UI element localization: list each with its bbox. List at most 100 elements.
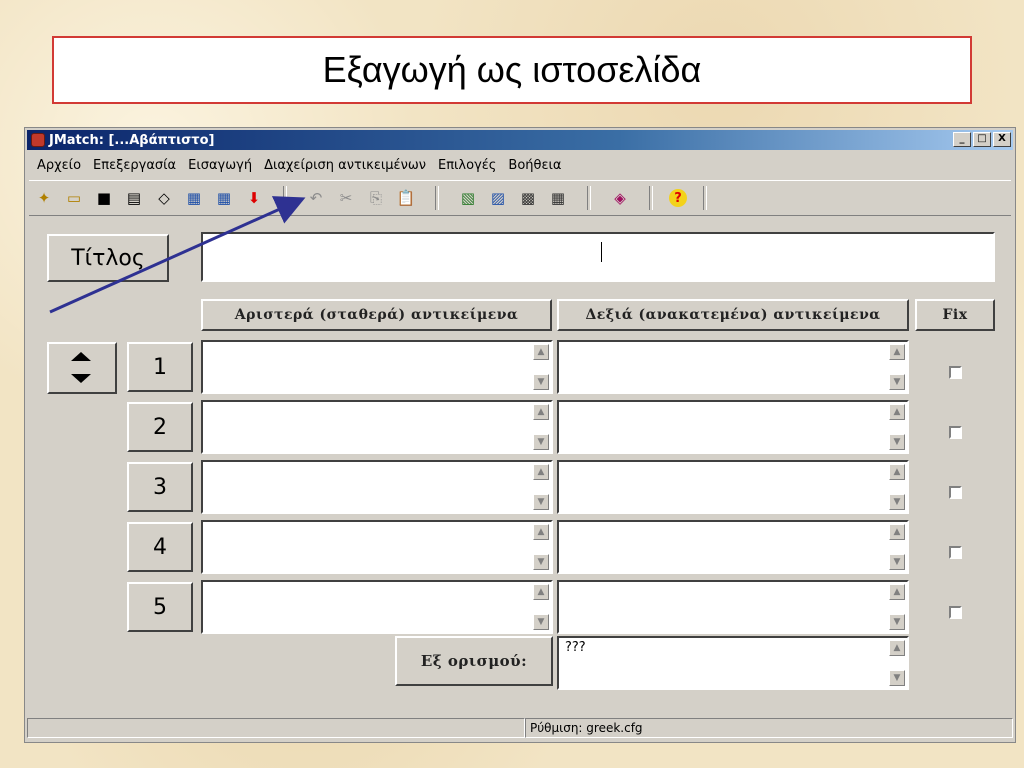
row-number-button[interactable]: 4 (127, 522, 193, 572)
close-button[interactable]: X (993, 132, 1011, 147)
menu-edit[interactable]: Επεξεργασία (87, 156, 182, 176)
scrollbar[interactable]: ▲ ▼ (889, 344, 905, 390)
menu-insert[interactable]: Εισαγωγή (182, 156, 258, 176)
undo-icon[interactable]: ↶ (303, 185, 329, 211)
copy-icon[interactable]: ⎘ (363, 185, 389, 211)
view-in-browser-icon[interactable]: ◇ (151, 185, 177, 211)
default-distractor-text: ??? (565, 640, 586, 655)
right-item-field[interactable]: ▲ ▼ (557, 460, 909, 514)
scroll-up-icon[interactable] (71, 352, 91, 361)
status-bar: Ρύθμιση: greek.cfg (27, 718, 1013, 740)
scroll-down-icon[interactable]: ▼ (533, 614, 549, 630)
left-item-field[interactable]: ▲ ▼ (201, 520, 553, 574)
scroll-up-icon[interactable]: ▲ (889, 464, 905, 480)
toolbar-separator (649, 186, 653, 210)
scrollbar[interactable]: ▲ ▼ (889, 640, 905, 686)
scrollbar[interactable]: ▲ ▼ (889, 464, 905, 510)
scroll-down-icon[interactable]: ▼ (533, 374, 549, 390)
window-title: JMatch: [...Αβάπτιστο] (49, 132, 215, 148)
scroll-down-icon[interactable] (71, 374, 91, 383)
row-number-button[interactable]: 2 (127, 402, 193, 452)
scroll-up-icon[interactable]: ▲ (533, 344, 549, 360)
new-icon[interactable]: ✦ (31, 185, 57, 211)
menubar: Αρχείο Επεξεργασία Εισαγωγή Διαχείριση α… (31, 156, 567, 176)
row-number-button[interactable]: 1 (127, 342, 193, 392)
scrollbar[interactable]: ▲ ▼ (533, 524, 549, 570)
fix-checkbox[interactable] (949, 366, 962, 379)
right-item-field[interactable]: ▲ ▼ (557, 580, 909, 634)
menu-file[interactable]: Αρχείο (31, 156, 87, 176)
scroll-down-icon[interactable]: ▼ (533, 494, 549, 510)
title-label-button[interactable]: Τίτλος (47, 234, 169, 282)
default-distractor-field[interactable]: ??? ▲ ▼ (557, 636, 909, 690)
menu-help[interactable]: Βοήθεια (502, 156, 567, 176)
fix-checkbox[interactable] (949, 426, 962, 439)
scrollbar[interactable]: ▲ ▼ (889, 524, 905, 570)
save-as-icon[interactable]: ▤ (121, 185, 147, 211)
scrollbar[interactable]: ▲ ▼ (533, 584, 549, 630)
default-label-button[interactable]: Εξ ορισμού: (395, 636, 553, 686)
shuffle-icon[interactable]: ▦ (545, 185, 571, 211)
app-icon (31, 133, 45, 147)
right-item-field[interactable]: ▲ ▼ (557, 520, 909, 574)
scrollbar[interactable]: ▲ ▼ (533, 464, 549, 510)
maximize-button[interactable]: □ (973, 132, 991, 147)
scroll-up-icon[interactable]: ▲ (889, 640, 905, 656)
left-item-field[interactable]: ▲ ▼ (201, 400, 553, 454)
scroll-down-icon[interactable]: ▼ (889, 374, 905, 390)
scrollbar[interactable]: ▲ ▼ (889, 584, 905, 630)
row-number-button[interactable]: 3 (127, 462, 193, 512)
scroll-down-icon[interactable]: ▼ (889, 614, 905, 630)
scroll-up-icon[interactable]: ▲ (533, 464, 549, 480)
menu-manage-items[interactable]: Διαχείριση αντικειμένων (258, 156, 432, 176)
scrollbar[interactable]: ▲ ▼ (533, 404, 549, 450)
paste-icon[interactable]: 📋 (393, 185, 419, 211)
save-icon[interactable]: ■ (91, 185, 117, 211)
scrollbar[interactable]: ▲ ▼ (533, 344, 549, 390)
cut-icon[interactable]: ✂ (333, 185, 359, 211)
insert-picture-icon[interactable]: ▧ (455, 185, 481, 211)
slide-title: Εξαγωγή ως ιστοσελίδα (52, 36, 972, 104)
export-webpage-2-icon[interactable]: ▦ (211, 185, 237, 211)
scroll-down-icon[interactable]: ▼ (889, 554, 905, 570)
scroll-down-icon[interactable]: ▼ (889, 434, 905, 450)
scroll-up-icon[interactable]: ▲ (533, 524, 549, 540)
left-item-field[interactable]: ▲ ▼ (201, 460, 553, 514)
title-input[interactable] (201, 232, 995, 282)
export-webpage-icon[interactable]: ▦ (181, 185, 207, 211)
scrollbar[interactable]: ▲ ▼ (889, 404, 905, 450)
scroll-up-icon[interactable]: ▲ (889, 404, 905, 420)
fix-checkbox[interactable] (949, 486, 962, 499)
scroll-up-icon[interactable]: ▲ (889, 344, 905, 360)
right-item-field[interactable]: ▲ ▼ (557, 340, 909, 394)
scroll-down-icon[interactable]: ▼ (533, 554, 549, 570)
text-caret (601, 242, 602, 262)
insert-link-icon[interactable]: ▨ (485, 185, 511, 211)
scroll-down-icon[interactable]: ▼ (889, 494, 905, 510)
window-titlebar[interactable]: JMatch: [...Αβάπτιστο] _ □ X (27, 130, 1013, 150)
configure-icon[interactable]: ◈ (607, 185, 633, 211)
open-icon[interactable]: ▭ (61, 185, 87, 211)
fix-checkbox[interactable] (949, 546, 962, 559)
toolbar: ✦ ▭ ■ ▤ ◇ ▦ ▦ ⬇ ↶ ✂ ⎘ 📋 ▧ ▨ ▩ ▦ ◈ ? (29, 180, 1011, 216)
left-item-field[interactable]: ▲ ▼ (201, 340, 553, 394)
minimize-button[interactable]: _ (953, 132, 971, 147)
scroll-up-icon[interactable]: ▲ (889, 584, 905, 600)
scroll-up-icon[interactable]: ▲ (889, 524, 905, 540)
fix-header[interactable]: Fix (915, 299, 995, 331)
upload-icon[interactable]: ⬇ (241, 185, 267, 211)
right-item-field[interactable]: ▲ ▼ (557, 400, 909, 454)
scroll-up-icon[interactable]: ▲ (533, 404, 549, 420)
scroll-down-icon[interactable]: ▼ (533, 434, 549, 450)
left-item-field[interactable]: ▲ ▼ (201, 580, 553, 634)
toolbar-separator (587, 186, 591, 210)
scroll-up-icon[interactable]: ▲ (533, 584, 549, 600)
menu-options[interactable]: Επιλογές (432, 156, 502, 176)
row-number-button[interactable]: 5 (127, 582, 193, 632)
right-items-header[interactable]: Δεξιά (ανακατεμένα) αντικείμενα (557, 299, 909, 331)
scroll-down-icon[interactable]: ▼ (889, 670, 905, 686)
fix-checkbox[interactable] (949, 606, 962, 619)
left-items-header[interactable]: Αριστερά (σταθερά) αντικείμενα (201, 299, 552, 331)
insert-media-icon[interactable]: ▩ (515, 185, 541, 211)
help-icon[interactable]: ? (669, 189, 687, 207)
